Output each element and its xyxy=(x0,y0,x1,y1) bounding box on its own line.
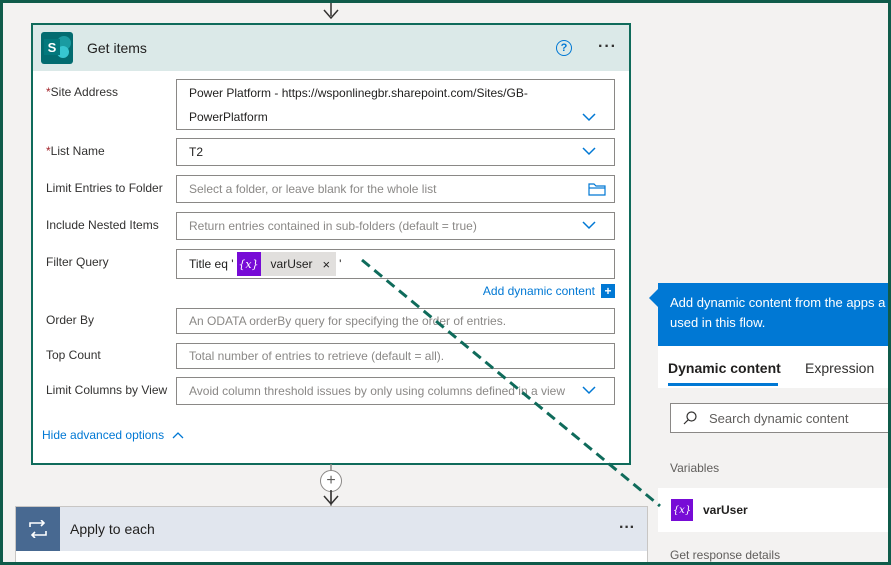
filter-query-field[interactable]: Title eq ' {x} varUser × ' xyxy=(176,249,615,279)
variables-section-title: Variables xyxy=(670,461,720,475)
site-address-value-line1: Power Platform - https://wsponlinegbr.sh… xyxy=(189,85,528,100)
search-dynamic-content-input[interactable]: Search dynamic content xyxy=(670,403,891,433)
filter-query-suffix: ' xyxy=(339,257,342,271)
list-name-dropdown[interactable]: T2 xyxy=(176,138,615,166)
dynamic-panel-body: Dynamic content Expression Search dynami… xyxy=(658,346,891,565)
apply-to-each-card: Apply to each ··· xyxy=(15,506,648,565)
order-by-label: Order By xyxy=(46,313,95,327)
dynamic-content-panel: Add dynamic content from the apps a used… xyxy=(648,283,891,565)
list-name-value: T2 xyxy=(189,145,204,159)
include-nested-dropdown[interactable]: Return entries contained in sub-folders … xyxy=(176,212,615,240)
include-nested-placeholder: Return entries contained in sub-folders … xyxy=(189,219,477,233)
more-options-icon[interactable]: ··· xyxy=(598,38,617,56)
variable-label: varUser xyxy=(703,503,748,517)
panel-pointer xyxy=(649,289,658,307)
limit-columns-label: Limit Columns by View xyxy=(46,383,168,397)
list-name-label: *List Name xyxy=(46,144,105,158)
var-user-token[interactable]: {x} varUser × xyxy=(236,252,337,276)
sharepoint-icon: S xyxy=(41,32,73,64)
chevron-down-icon xyxy=(582,221,596,230)
folder-icon[interactable] xyxy=(588,182,606,196)
card-title: Get items xyxy=(87,40,147,56)
hide-advanced-options-link[interactable]: Hide advanced options xyxy=(42,428,184,442)
top-count-field[interactable]: Total number of entries to retrieve (def… xyxy=(176,343,615,369)
chevron-down-icon xyxy=(582,386,596,395)
variable-icon: {x} xyxy=(236,252,261,276)
add-dynamic-content-link[interactable]: Add dynamic content + xyxy=(483,284,615,298)
chevron-down-icon xyxy=(582,113,596,122)
dynamic-panel-header: Add dynamic content from the apps a used… xyxy=(658,283,891,346)
include-nested-label: Include Nested Items xyxy=(46,218,159,232)
limit-columns-dropdown[interactable]: Avoid column threshold issues by only us… xyxy=(176,377,615,405)
chevron-down-icon xyxy=(582,147,596,156)
down-arrow-icon xyxy=(323,0,339,20)
more-options-icon[interactable]: ··· xyxy=(619,519,635,537)
limit-entries-placeholder: Select a folder, or leave blank for the … xyxy=(189,182,437,196)
site-address-label: *Site Address xyxy=(46,85,119,99)
apply-to-each-title: Apply to each xyxy=(70,521,155,537)
variable-icon: {x} xyxy=(671,499,693,521)
help-icon[interactable]: ? xyxy=(556,40,572,56)
search-placeholder: Search dynamic content xyxy=(709,410,849,426)
get-items-card: S Get items ? ··· *Site Address Power Pl… xyxy=(31,23,631,465)
variable-item-varuser[interactable]: {x} varUser xyxy=(658,488,891,532)
limit-entries-label: Limit Entries to Folder xyxy=(46,181,163,195)
top-count-label: Top Count xyxy=(46,348,101,362)
limit-columns-placeholder: Avoid column threshold issues by only us… xyxy=(189,384,565,398)
loop-icon xyxy=(16,507,60,551)
search-icon xyxy=(683,411,697,425)
apply-to-each-header[interactable]: Apply to each ··· xyxy=(16,507,647,551)
tab-dynamic-content[interactable]: Dynamic content xyxy=(668,360,781,376)
insert-step-button[interactable]: + xyxy=(320,470,342,492)
site-address-value-line2: PowerPlatform xyxy=(189,109,268,124)
add-icon: + xyxy=(601,284,615,298)
active-tab-indicator xyxy=(668,383,778,386)
tab-expression[interactable]: Expression xyxy=(805,360,874,376)
remove-token-icon[interactable]: × xyxy=(323,257,331,272)
order-by-field[interactable]: An ODATA orderBy query for specifying th… xyxy=(176,308,615,334)
down-arrow-icon xyxy=(323,490,339,506)
limit-entries-field[interactable]: Select a folder, or leave blank for the … xyxy=(176,175,615,203)
top-count-placeholder: Total number of entries to retrieve (def… xyxy=(189,349,445,363)
site-address-dropdown[interactable]: Power Platform - https://wsponlinegbr.sh… xyxy=(176,79,615,130)
order-by-placeholder: An ODATA orderBy query for specifying th… xyxy=(189,314,507,328)
get-items-header[interactable]: S Get items ? ··· xyxy=(33,25,629,71)
filter-query-prefix: Title eq ' xyxy=(189,257,234,271)
filter-query-label: Filter Query xyxy=(46,255,109,269)
response-section-title: Get response details xyxy=(670,548,781,562)
chevron-up-icon xyxy=(172,432,184,439)
token-label: varUser xyxy=(270,257,313,271)
